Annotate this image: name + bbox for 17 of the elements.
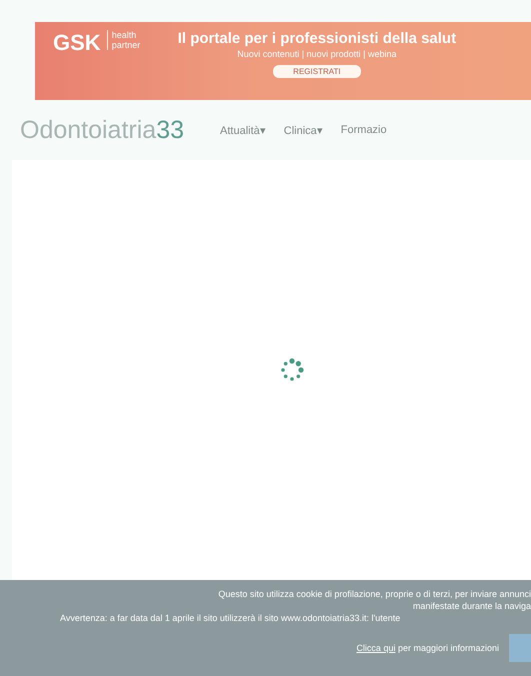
ad-headline: Il portale per i professionisti della salut	[178, 30, 456, 47]
accept-button[interactable]	[509, 634, 531, 662]
nav-menu-item[interactable]: Formazio	[340, 124, 387, 136]
ad-subline: Nuovi contenuti | nuovi prodotti | webina	[237, 49, 397, 59]
brand-tagline: health partner	[106, 30, 148, 50]
site-logo[interactable]: Odontoiatria33	[20, 116, 184, 144]
brand-logo: GSK	[53, 30, 101, 56]
cookie-notice-text: Avvertenza: a far data dal 1 aprile il sito utilizzerà il sito www.odontoiatria33.it: l'utente	[59, 612, 400, 624]
cookie-notice-text: Questo sito utilizza cookie di profilazione, proprie o di terzi, per inviare annunci	[218, 588, 531, 600]
nav-menu-item[interactable]: Clinica▾	[284, 124, 323, 136]
register-button[interactable]: REGISTRATI	[273, 65, 361, 78]
loading-spinner-icon	[280, 358, 304, 382]
cookie-info-text: Clicca qui per maggiori informazioni	[356, 642, 499, 654]
more-info-link[interactable]: Clicca qui	[356, 643, 396, 653]
nav-menu-item[interactable]: Attualità▾	[220, 124, 266, 136]
cookie-notice-text: manifestate durante la naviga	[412, 600, 531, 612]
ad-banner[interactable]: GSK health partner Il portale per i professionisti della salut Nuovi contenuti | nuovi prodotti | webina REGISTRATI	[35, 22, 531, 100]
